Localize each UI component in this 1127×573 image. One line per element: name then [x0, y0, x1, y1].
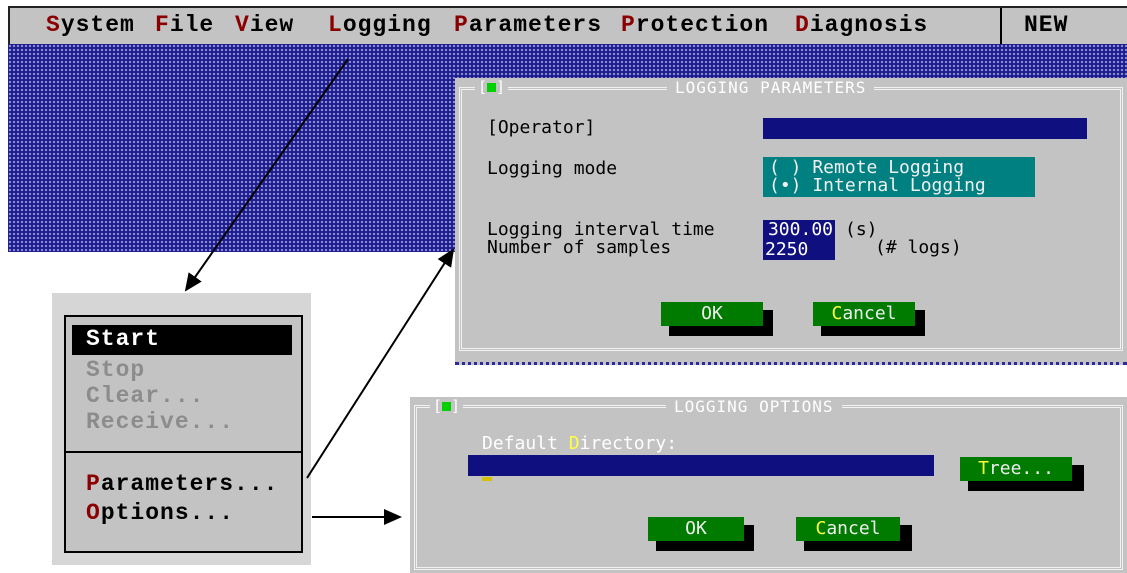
arrow-to-parameters-dialog [306, 248, 455, 479]
arrow-to-dropdown [184, 58, 349, 292]
annotation-arrows [184, 58, 455, 525]
